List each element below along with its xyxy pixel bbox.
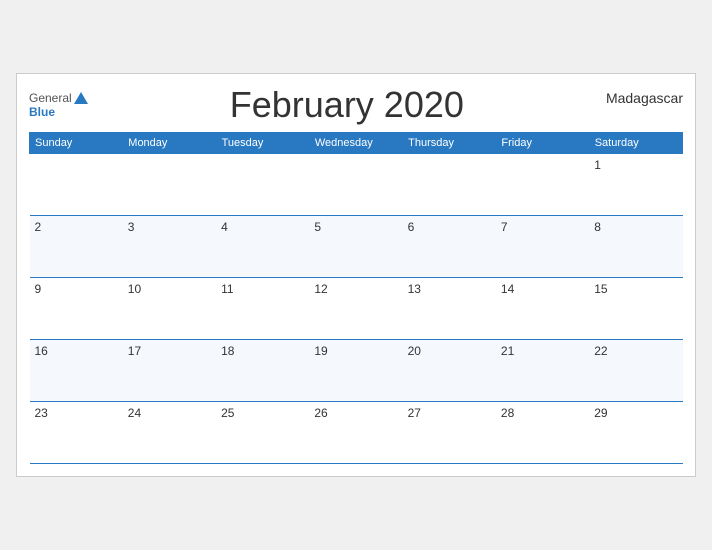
calendar-cell: 18 bbox=[216, 340, 309, 402]
calendar-cell: 25 bbox=[216, 402, 309, 464]
calendar-cell bbox=[309, 154, 402, 216]
calendar-cell: 12 bbox=[309, 278, 402, 340]
calendar-cell: 15 bbox=[589, 278, 682, 340]
calendar-cell: 27 bbox=[403, 402, 496, 464]
calendar-cell: 21 bbox=[496, 340, 589, 402]
calendar-cell: 20 bbox=[403, 340, 496, 402]
col-wednesday: Wednesday bbox=[309, 133, 402, 154]
day-number: 7 bbox=[501, 220, 508, 234]
calendar-cell: 11 bbox=[216, 278, 309, 340]
calendar-cell: 9 bbox=[30, 278, 123, 340]
calendar-cell: 13 bbox=[403, 278, 496, 340]
day-number: 12 bbox=[314, 282, 327, 296]
day-number: 11 bbox=[221, 282, 233, 296]
logo-general-text: General bbox=[29, 91, 88, 105]
calendar-cell: 10 bbox=[123, 278, 216, 340]
calendar-cell: 1 bbox=[589, 154, 682, 216]
calendar-cell: 4 bbox=[216, 216, 309, 278]
calendar-cell: 28 bbox=[496, 402, 589, 464]
calendar-cell: 14 bbox=[496, 278, 589, 340]
logo: General Blue bbox=[29, 91, 88, 120]
day-number: 5 bbox=[314, 220, 321, 234]
calendar-week-row: 1 bbox=[30, 154, 683, 216]
calendar-cell: 22 bbox=[589, 340, 682, 402]
day-number: 17 bbox=[128, 344, 141, 358]
day-number: 9 bbox=[35, 282, 42, 296]
calendar-cell: 24 bbox=[123, 402, 216, 464]
calendar-cell bbox=[123, 154, 216, 216]
calendar-cell: 5 bbox=[309, 216, 402, 278]
calendar-cell: 8 bbox=[589, 216, 682, 278]
calendar-week-row: 2 3 4 5 6 7 8 bbox=[30, 216, 683, 278]
day-number: 13 bbox=[408, 282, 421, 296]
calendar-cell bbox=[216, 154, 309, 216]
calendar-week-row: 16 17 18 19 20 21 22 bbox=[30, 340, 683, 402]
day-number: 23 bbox=[35, 406, 48, 420]
col-sunday: Sunday bbox=[30, 133, 123, 154]
calendar-cell: 3 bbox=[123, 216, 216, 278]
day-number: 10 bbox=[128, 282, 141, 296]
day-number: 21 bbox=[501, 344, 514, 358]
day-number: 28 bbox=[501, 406, 514, 420]
country-label: Madagascar bbox=[606, 84, 683, 106]
calendar-cell: 29 bbox=[589, 402, 682, 464]
col-friday: Friday bbox=[496, 133, 589, 154]
col-monday: Monday bbox=[123, 133, 216, 154]
calendar-title: February 2020 bbox=[230, 84, 464, 126]
col-thursday: Thursday bbox=[403, 133, 496, 154]
day-number: 4 bbox=[221, 220, 228, 234]
calendar-cell bbox=[403, 154, 496, 216]
day-number: 25 bbox=[221, 406, 234, 420]
calendar-header: General Blue February 2020 Madagascar bbox=[29, 84, 683, 126]
calendar-container: General Blue February 2020 Madagascar Su… bbox=[16, 73, 696, 477]
col-tuesday: Tuesday bbox=[216, 133, 309, 154]
calendar-body: 1234567891011121314151617181920212223242… bbox=[30, 154, 683, 464]
day-number: 6 bbox=[408, 220, 415, 234]
calendar-cell: 26 bbox=[309, 402, 402, 464]
logo-blue-text: Blue bbox=[29, 105, 88, 119]
weekday-header-row: Sunday Monday Tuesday Wednesday Thursday… bbox=[30, 133, 683, 154]
calendar-grid: Sunday Monday Tuesday Wednesday Thursday… bbox=[29, 132, 683, 464]
calendar-cell: 16 bbox=[30, 340, 123, 402]
calendar-cell: 7 bbox=[496, 216, 589, 278]
day-number: 22 bbox=[594, 344, 607, 358]
calendar-cell bbox=[496, 154, 589, 216]
day-number: 29 bbox=[594, 406, 607, 420]
calendar-cell: 6 bbox=[403, 216, 496, 278]
day-number: 14 bbox=[501, 282, 514, 296]
calendar-cell: 2 bbox=[30, 216, 123, 278]
calendar-week-row: 9 10 11 12 13 14 15 bbox=[30, 278, 683, 340]
calendar-cell bbox=[30, 154, 123, 216]
day-number: 24 bbox=[128, 406, 141, 420]
col-saturday: Saturday bbox=[589, 133, 682, 154]
calendar-cell: 19 bbox=[309, 340, 402, 402]
day-number: 8 bbox=[594, 220, 601, 234]
calendar-week-row: 23 24 25 26 27 28 29 bbox=[30, 402, 683, 464]
day-number: 2 bbox=[35, 220, 42, 234]
day-number: 27 bbox=[408, 406, 421, 420]
day-number: 16 bbox=[35, 344, 48, 358]
day-number: 26 bbox=[314, 406, 327, 420]
day-number: 1 bbox=[594, 158, 601, 172]
day-number: 3 bbox=[128, 220, 135, 234]
day-number: 18 bbox=[221, 344, 234, 358]
logo-triangle-icon bbox=[74, 92, 88, 104]
day-number: 15 bbox=[594, 282, 607, 296]
day-number: 20 bbox=[408, 344, 421, 358]
calendar-cell: 23 bbox=[30, 402, 123, 464]
day-number: 19 bbox=[314, 344, 327, 358]
calendar-cell: 17 bbox=[123, 340, 216, 402]
